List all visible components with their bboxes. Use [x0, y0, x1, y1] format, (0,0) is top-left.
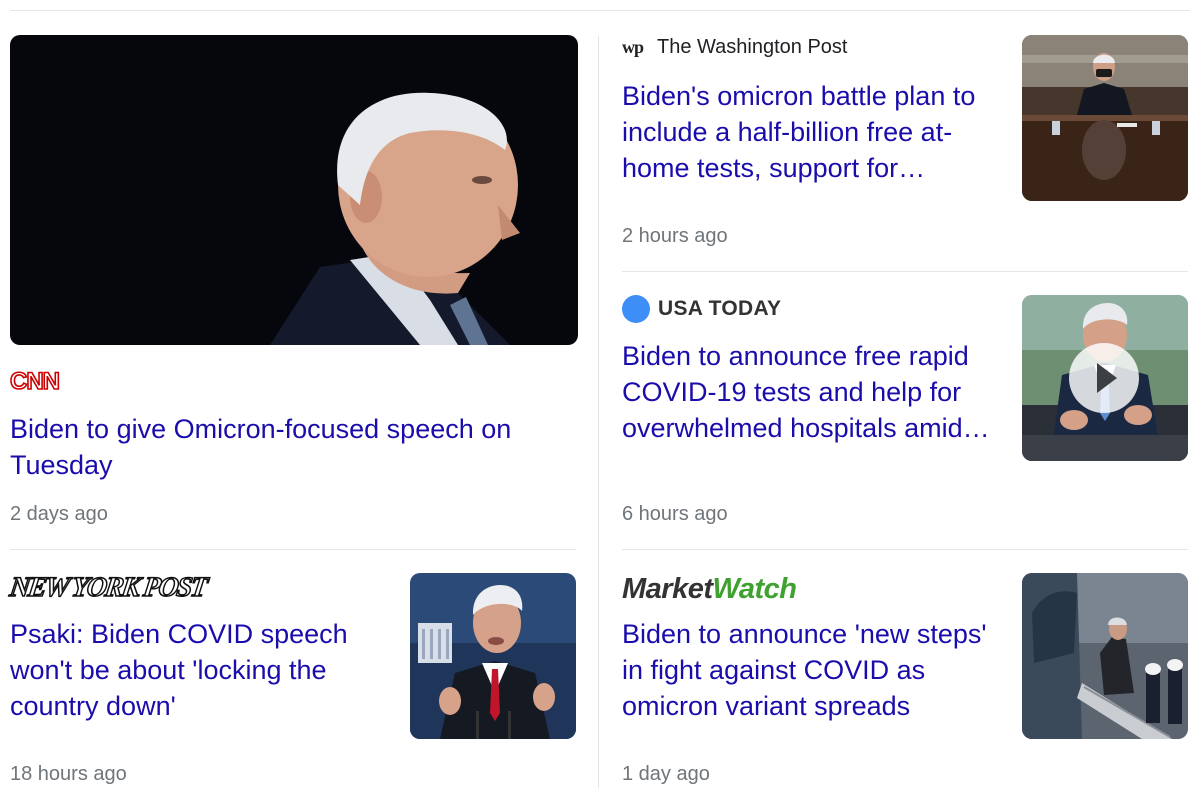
row-divider: [10, 549, 576, 550]
play-video-icon[interactable]: [1069, 343, 1139, 413]
column-divider: [598, 36, 599, 788]
article-title[interactable]: Psaki: Biden COVID speech won't be about…: [10, 616, 395, 724]
row-divider: [622, 271, 1188, 272]
source-name: The Washington Post: [657, 36, 848, 58]
nyp-logo-icon: NEW YORK POST: [7, 571, 208, 604]
article-timestamp: 18 hours ago: [10, 763, 127, 785]
source-washington-post[interactable]: wp The Washington Post: [622, 36, 847, 59]
source-new-york-post[interactable]: NEW YORK POST: [7, 571, 208, 604]
article-thumbnail[interactable]: [410, 573, 576, 739]
biden-stairs-photo-icon: [1022, 573, 1188, 739]
usa-today-dot-icon: [622, 295, 650, 323]
biden-profile-photo-icon: [10, 35, 578, 345]
article-video-thumbnail[interactable]: [1022, 295, 1188, 461]
cnn-logo-icon: CNN: [9, 367, 61, 396]
source-cnn[interactable]: CNN: [9, 367, 61, 396]
row-divider: [622, 549, 1188, 550]
source-marketwatch[interactable]: MarketWatch: [622, 573, 797, 606]
article-thumbnail[interactable]: [10, 35, 578, 345]
article-title[interactable]: Biden's omicron battle plan to include a…: [622, 78, 1007, 186]
source-usa-today[interactable]: USA TODAY: [622, 295, 781, 323]
article-title[interactable]: Biden to give Omicron-focused speech on …: [10, 411, 570, 483]
article-thumbnail[interactable]: [1022, 35, 1188, 201]
top-divider: [10, 10, 1190, 11]
wp-logo-icon: wp: [622, 37, 644, 57]
biden-at-table-photo-icon: [1022, 35, 1188, 201]
biden-speaking-photo-icon: [410, 573, 576, 739]
article-timestamp: 6 hours ago: [622, 503, 728, 525]
article-timestamp: 2 hours ago: [622, 225, 728, 247]
article-title[interactable]: Biden to announce free rapid COVID-19 te…: [622, 338, 1007, 446]
source-name: USA TODAY: [658, 297, 782, 320]
article-timestamp: 1 day ago: [622, 763, 710, 785]
marketwatch-logo-icon: MarketWatch: [622, 573, 797, 605]
article-timestamp: 2 days ago: [10, 503, 108, 525]
article-title[interactable]: Biden to announce 'new steps' in fight a…: [622, 616, 1007, 724]
article-thumbnail[interactable]: [1022, 573, 1188, 739]
